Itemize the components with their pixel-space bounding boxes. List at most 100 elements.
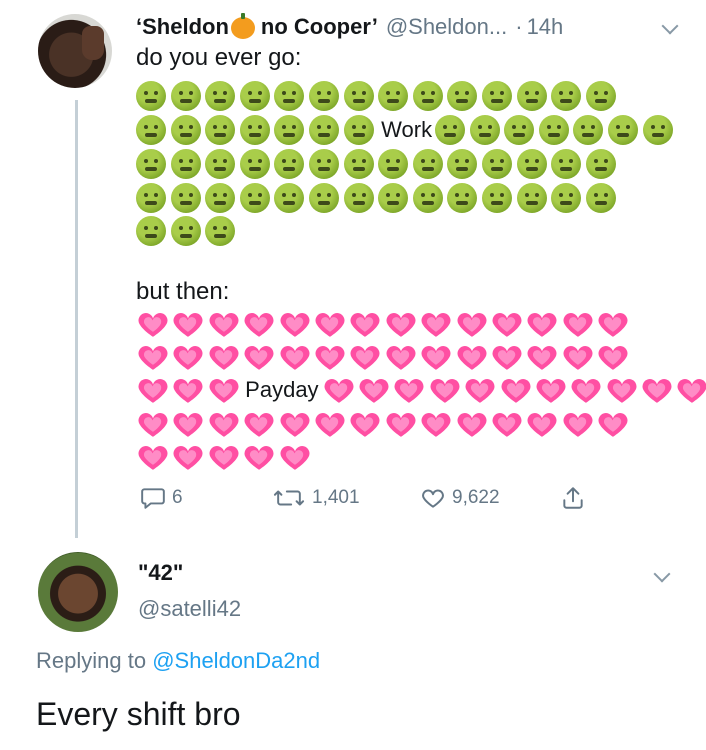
nauseated-face-icon [447, 81, 478, 111]
timestamp[interactable]: 14h [527, 14, 564, 40]
reply-avatar[interactable] [38, 552, 118, 632]
pink-heart-icon [525, 307, 559, 341]
pink-heart-icon [419, 307, 453, 341]
speech-bubble-icon [141, 488, 165, 509]
nauseated-face-icon [378, 81, 409, 111]
nauseated-face-icon [205, 149, 236, 179]
nauseated-face-icon [378, 183, 409, 213]
pink-heart-icon [348, 407, 382, 441]
nauseated-face-icon [435, 115, 466, 145]
nauseated-face-icon [343, 149, 374, 179]
nauseated-face-icon [239, 81, 270, 111]
emoji-row [136, 213, 240, 249]
nauseated-face-icon [308, 149, 339, 179]
replying-prefix: Replying to [36, 648, 147, 673]
nauseated-face-icon [551, 81, 582, 111]
nauseated-face-icon [447, 149, 478, 179]
pink-heart-icon [640, 373, 674, 407]
chevron-down-icon[interactable] [661, 17, 679, 35]
nauseated-face-icon [551, 183, 582, 213]
nauseated-face-icon [481, 183, 512, 213]
pink-heart-icon [171, 340, 205, 374]
nauseated-face-icon [585, 149, 616, 179]
emoji-row [136, 406, 631, 442]
display-name[interactable]: ‘Sheldon [136, 14, 229, 40]
pink-heart-icon [207, 440, 241, 474]
nauseated-face-icon [343, 81, 374, 111]
pink-heart-icon [348, 340, 382, 374]
pink-heart-icon [463, 373, 497, 407]
nauseated-face-icon [136, 81, 166, 111]
emoji-row [136, 180, 620, 216]
pink-heart-icon [384, 340, 418, 374]
emoji-row [136, 78, 620, 114]
chevron-down-icon[interactable] [653, 565, 671, 583]
tweet-text-then: but then: [136, 278, 230, 305]
pink-heart-icon [525, 340, 559, 374]
nauseated-face-icon [412, 183, 443, 213]
tweet-text-intro: do you ever go: [136, 44, 302, 71]
pink-heart-icon [561, 407, 595, 441]
nauseated-face-icon [378, 149, 409, 179]
like-count: 9,622 [452, 487, 500, 508]
replying-to: Replying to @SheldonDa2nd [36, 648, 320, 674]
nauseated-face-icon [205, 183, 236, 213]
pink-heart-icon [136, 407, 170, 441]
nauseated-face-icon [469, 115, 500, 145]
nauseated-face-icon [551, 149, 582, 179]
retweet-action[interactable]: 1,401 [272, 480, 360, 516]
pink-heart-icon [419, 340, 453, 374]
pink-heart-icon [534, 373, 568, 407]
nauseated-face-icon [642, 115, 673, 145]
avatar[interactable] [38, 14, 112, 88]
nauseated-face-icon [239, 115, 270, 145]
nauseated-face-icon [170, 115, 201, 145]
nauseated-face-icon [274, 81, 305, 111]
pink-heart-icon [313, 307, 347, 341]
reply-action[interactable]: 6 [140, 480, 183, 516]
pink-heart-icon [384, 407, 418, 441]
nauseated-face-icon [205, 81, 236, 111]
nauseated-face-icon [343, 183, 374, 213]
share-action[interactable] [560, 480, 586, 516]
pink-heart-icon [242, 440, 276, 474]
nauseated-face-icon [274, 115, 305, 145]
nauseated-face-icon [239, 183, 270, 213]
like-action[interactable]: 9,622 [420, 480, 500, 516]
display-name-suffix[interactable]: no Cooper’ [261, 14, 378, 40]
pink-heart-icon [136, 307, 170, 341]
nauseated-face-icon [274, 183, 305, 213]
nauseated-face-icon [343, 115, 374, 145]
nauseated-face-icon [170, 216, 201, 246]
replying-to-link[interactable]: @SheldonDa2nd [152, 648, 320, 673]
pink-heart-icon [171, 440, 205, 474]
pink-heart-icon [136, 340, 170, 374]
pink-heart-icon [136, 440, 170, 474]
pink-heart-icon [278, 440, 312, 474]
pink-heart-icon [596, 340, 630, 374]
pink-heart-icon [278, 407, 312, 441]
pink-heart-icon [357, 373, 391, 407]
pink-heart-icon [278, 307, 312, 341]
pink-heart-icon [136, 373, 170, 407]
nauseated-face-icon [585, 81, 616, 111]
pink-heart-icon [569, 373, 603, 407]
pink-heart-icon [242, 407, 276, 441]
pink-heart-icon [428, 373, 462, 407]
nauseated-face-icon [516, 81, 547, 111]
reply-display-name[interactable]: "42" [138, 560, 183, 586]
nauseated-face-icon [504, 115, 535, 145]
nauseated-face-icon [573, 115, 604, 145]
reply-user-handle[interactable]: @satelli42 [138, 596, 241, 622]
retweet-count: 1,401 [312, 487, 360, 508]
pink-heart-icon [348, 307, 382, 341]
nauseated-face-icon [205, 216, 236, 246]
nauseated-face-icon [481, 81, 512, 111]
pink-heart-icon [455, 407, 489, 441]
share-icon [563, 487, 583, 509]
emoji-row: Work [136, 112, 677, 148]
pink-heart-icon [455, 340, 489, 374]
pink-heart-icon [171, 373, 205, 407]
pumpkin-icon [230, 13, 255, 39]
user-handle[interactable]: @Sheldon... [386, 14, 507, 40]
